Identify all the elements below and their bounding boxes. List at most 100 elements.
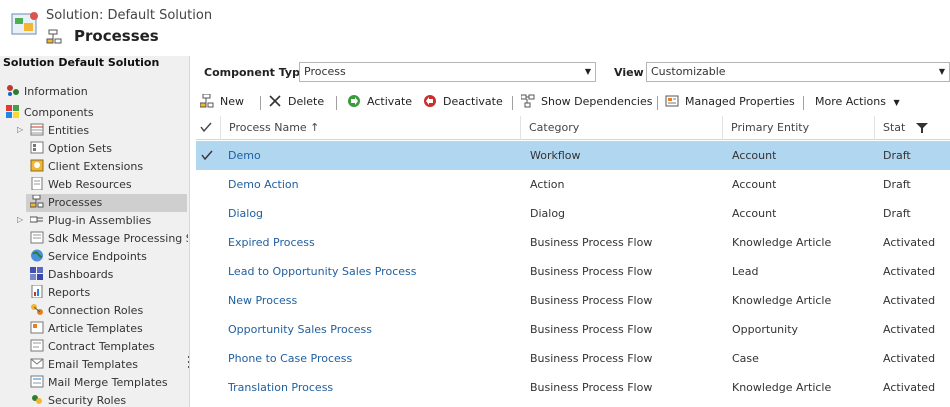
sidebar-item-components[interactable]: Components — [6, 104, 94, 122]
process-name-link[interactable]: Phone to Case Process — [228, 344, 352, 373]
sdk-message-icon — [30, 231, 44, 244]
column-header-status[interactable]: Stat — [874, 116, 950, 140]
sidebar-item-entities[interactable]: Entities — [30, 122, 89, 140]
entity-cell: Opportunity — [732, 323, 799, 336]
process-name-link[interactable]: Translation Process — [228, 373, 333, 402]
sidebar-item-option-sets[interactable]: Option Sets — [30, 140, 112, 158]
process-name-link[interactable]: Demo Action — [228, 170, 299, 199]
status-cell: Activated — [883, 236, 936, 249]
view-select[interactable]: Customizable ▼ — [646, 62, 950, 82]
plugin-icon — [30, 216, 43, 223]
sidebar-item-contract-templates[interactable]: Contract Templates — [30, 338, 155, 356]
entity-cell: Knowledge Article — [732, 236, 832, 249]
show-dependencies-label: Show Dependencies — [541, 95, 653, 108]
filter-icon[interactable] — [916, 122, 928, 134]
column-header-category[interactable]: Category — [520, 116, 722, 140]
sidebar-item-label: Contract Templates — [48, 340, 155, 353]
select-all-checkmark-icon[interactable] — [200, 121, 212, 133]
processes-icon — [30, 195, 44, 208]
activate-button[interactable]: Activate — [347, 93, 412, 111]
table-row[interactable]: Demo Workflow Account Draft — [196, 141, 950, 170]
article-templates-icon — [30, 321, 44, 334]
sidebar-item-label: Article Templates — [48, 322, 143, 335]
row-checkmark-icon[interactable] — [201, 149, 213, 161]
component-type-label: Component Type — [204, 66, 308, 79]
process-name-link[interactable]: New Process — [228, 286, 297, 315]
sidebar-item-label: Entities — [48, 124, 90, 137]
table-row[interactable]: Lead to Opportunity Sales Process Busine… — [196, 257, 950, 286]
new-button[interactable]: New — [200, 93, 244, 111]
toolbar-separator — [512, 96, 513, 110]
column-header-process-name[interactable]: Process Name ↑ — [220, 116, 520, 140]
sidebar-item-service-endpoints[interactable]: Service Endpoints — [30, 248, 147, 266]
entity-cell: Account — [732, 207, 777, 220]
category-cell: Workflow — [530, 149, 581, 162]
table-row[interactable]: New Process Business Process Flow Knowle… — [196, 286, 950, 315]
entity-cell: Account — [732, 149, 777, 162]
sidebar-item-label: Security Roles — [48, 394, 127, 407]
sidebar-item-article-templates[interactable]: Article Templates — [30, 320, 143, 338]
sidebar-item-client-extensions[interactable]: Client Extensions — [30, 158, 143, 176]
sidebar-item-label: Reports — [48, 286, 91, 299]
toolbar-separator — [260, 96, 261, 110]
sidebar-resize-handle[interactable] — [188, 356, 189, 372]
component-type-select[interactable]: Process ▼ — [299, 62, 596, 82]
sidebar-item-information[interactable]: Information — [6, 83, 88, 101]
table-row[interactable]: Phone to Case Process Business Process F… — [196, 344, 950, 373]
deactivate-button[interactable]: Deactivate — [423, 93, 503, 111]
view-value: Customizable — [651, 65, 726, 78]
sidebar-item-mail-merge-templates[interactable]: Mail Merge Templates — [30, 374, 168, 392]
reports-icon — [31, 285, 43, 298]
globe-icon — [31, 249, 43, 262]
status-cell: Activated — [883, 323, 936, 336]
column-header-primary-entity[interactable]: Primary Entity — [722, 116, 874, 140]
more-actions-label: More Actions — [815, 95, 886, 108]
managed-properties-label: Managed Properties — [685, 95, 795, 108]
entity-cell: Account — [732, 178, 777, 191]
table-row[interactable]: Expired Process Business Process Flow Kn… — [196, 228, 950, 257]
sidebar-item-processes[interactable]: Processes — [26, 194, 187, 212]
sidebar-item-reports[interactable]: Reports — [30, 284, 90, 302]
show-dependencies-button[interactable]: Show Dependencies — [521, 93, 652, 111]
sidebar-item-label: Dashboards — [48, 268, 114, 281]
category-cell: Business Process Flow — [530, 236, 653, 249]
sidebar-item-connection-roles[interactable]: Connection Roles — [30, 302, 143, 320]
process-name-link[interactable]: Lead to Opportunity Sales Process — [228, 257, 416, 286]
sidebar-item-label: Components — [24, 106, 94, 119]
expand-entities-icon[interactable]: ▷ — [17, 125, 23, 134]
table-row[interactable]: Opportunity Sales Process Business Proce… — [196, 315, 950, 344]
entity-cell: Knowledge Article — [732, 381, 832, 394]
sidebar-item-email-templates[interactable]: Email Templates — [30, 356, 138, 374]
more-actions-button[interactable]: More Actions ▼ — [815, 93, 900, 111]
category-cell: Business Process Flow — [530, 381, 653, 394]
sidebar-item-sdk-message-processing[interactable]: Sdk Message Processing St... — [30, 230, 188, 248]
table-row[interactable]: Demo Action Action Account Draft — [196, 170, 950, 199]
web-resources-icon — [31, 177, 43, 190]
main-content: Component Type Process ▼ View Customizab… — [196, 56, 950, 407]
option-sets-icon — [30, 141, 44, 154]
sidebar-item-plugin-assemblies[interactable]: Plug-in Assemblies — [30, 212, 151, 230]
sidebar-item-web-resources[interactable]: Web Resources — [30, 176, 132, 194]
delete-button[interactable]: Delete — [268, 93, 324, 111]
client-extensions-icon — [30, 159, 44, 172]
process-name-link[interactable]: Demo — [228, 141, 261, 170]
sidebar-item-security-roles[interactable]: Security Roles — [30, 392, 126, 407]
new-process-icon — [200, 94, 214, 108]
status-cell: Draft — [883, 178, 911, 191]
table-row[interactable]: Translation Process Business Process Flo… — [196, 373, 950, 402]
contract-templates-icon — [30, 339, 44, 352]
process-name-link[interactable]: Dialog — [228, 199, 263, 228]
process-name-link[interactable]: Opportunity Sales Process — [228, 315, 372, 344]
status-cell: Activated — [883, 265, 936, 278]
expand-plugin-assemblies-icon[interactable]: ▷ — [17, 215, 23, 224]
sidebar-item-label: Client Extensions — [48, 160, 144, 173]
process-name-link[interactable]: Expired Process — [228, 228, 315, 257]
sidebar-item-label: Connection Roles — [48, 304, 144, 317]
new-label: New — [220, 95, 244, 108]
activate-label: Activate — [367, 95, 413, 108]
sidebar-item-dashboards[interactable]: Dashboards — [30, 266, 113, 284]
entity-cell: Lead — [732, 265, 759, 278]
table-row[interactable]: Dialog Dialog Account Draft — [196, 199, 950, 228]
managed-properties-button[interactable]: Managed Properties — [665, 93, 795, 111]
chevron-down-icon: ▼ — [938, 67, 945, 76]
